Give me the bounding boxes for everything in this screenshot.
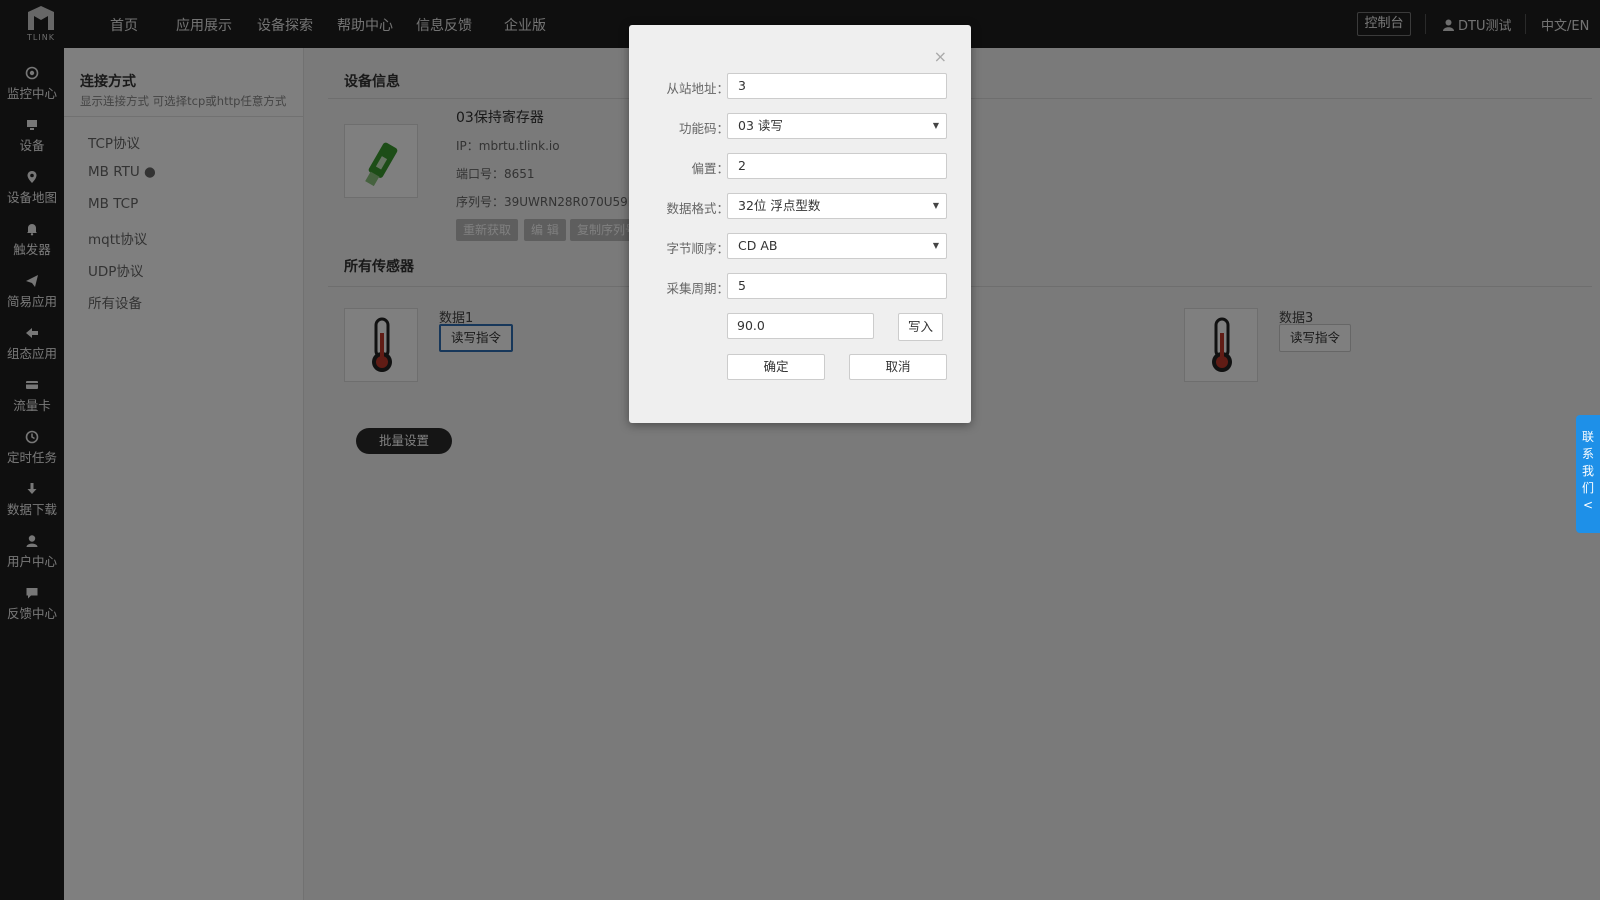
data-format-value: 32位 浮点型数: [738, 198, 821, 213]
contact-us-tab[interactable]: 联 系 我 们 <: [1576, 415, 1600, 533]
byte-order-value: CD AB: [738, 238, 778, 253]
caret-down-icon: ▼: [932, 201, 939, 210]
slave-address-input[interactable]: 3: [727, 73, 947, 99]
slave-address-label: 从站地址：: [666, 81, 729, 96]
function-code-value: 03 读写: [738, 118, 783, 133]
function-code-select[interactable]: 03 读写 ▼: [727, 113, 947, 139]
byte-order-select[interactable]: CD AB ▼: [727, 233, 947, 259]
write-value-input[interactable]: 90.0: [727, 313, 874, 339]
caret-down-icon: ▼: [932, 121, 939, 130]
caret-down-icon: ▼: [932, 241, 939, 250]
contact-char: 系: [1581, 447, 1594, 461]
contact-char: 联: [1581, 430, 1594, 444]
offset-label: 偏置：: [691, 161, 729, 176]
write-button[interactable]: 写入: [898, 313, 943, 341]
collect-period-label: 采集周期：: [666, 281, 729, 296]
contact-char: 我: [1581, 464, 1594, 478]
chevron-left-icon: <: [1582, 498, 1594, 512]
collect-period-input[interactable]: 5: [727, 273, 947, 299]
confirm-button[interactable]: 确定: [727, 354, 825, 380]
read-write-dialog: × 从站地址： 3 功能码： 03 读写 ▼ 偏置： 2 数据格式： 32位 浮…: [629, 25, 971, 423]
data-format-label: 数据格式：: [666, 201, 729, 216]
contact-char: 们: [1581, 481, 1594, 495]
function-code-label: 功能码：: [678, 121, 729, 136]
data-format-select[interactable]: 32位 浮点型数 ▼: [727, 193, 947, 219]
offset-input[interactable]: 2: [727, 153, 947, 179]
cancel-button[interactable]: 取消: [849, 354, 947, 380]
close-icon[interactable]: ×: [934, 47, 947, 66]
byte-order-label: 字节顺序：: [666, 241, 729, 256]
